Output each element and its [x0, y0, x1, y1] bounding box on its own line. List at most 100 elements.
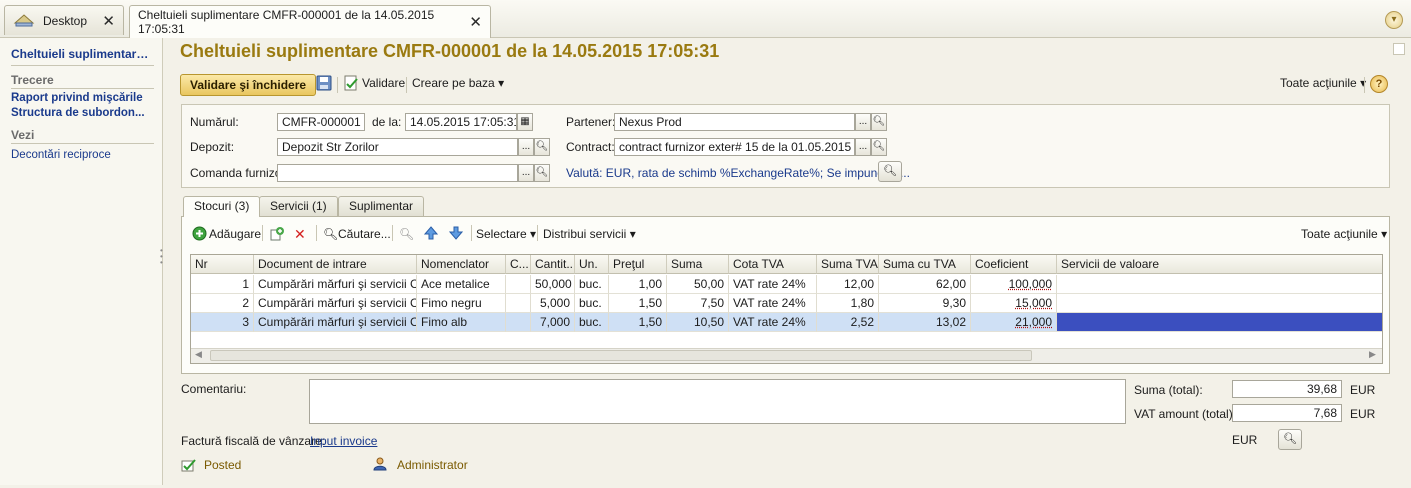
column-header-sum-with-vat[interactable]: Suma cu TVA: [879, 255, 971, 274]
table-cell[interactable]: 15,000: [971, 294, 1057, 313]
supplier-order-field[interactable]: [277, 164, 518, 182]
validate-close-button[interactable]: Validare şi închidere: [180, 74, 317, 96]
tab-suplimentar[interactable]: Suplimentar: [338, 196, 425, 216]
warehouse-select-button[interactable]: ...: [518, 138, 534, 156]
table-cell[interactable]: 5,000: [531, 294, 575, 313]
distribute-services-menu[interactable]: Distribui servicii ▾: [543, 227, 636, 241]
column-header-quantity[interactable]: Cantit...: [531, 255, 575, 274]
table-cell[interactable]: VAT rate 24%: [729, 275, 817, 294]
search-cancel-icon[interactable]: 🔍︎: [399, 227, 414, 241]
form-close-box[interactable]: [1393, 43, 1405, 55]
column-header-vat-rate[interactable]: Cota TVA: [729, 255, 817, 274]
table-cell[interactable]: Fimo negru: [417, 294, 506, 313]
table-cell[interactable]: 21,000: [971, 313, 1057, 332]
scroll-left-icon[interactable]: ◀: [195, 349, 202, 360]
table-cell[interactable]: [506, 294, 531, 313]
warehouse-field[interactable]: Depozit Str Zorilor: [277, 138, 518, 156]
nav-link-settlements[interactable]: Decontări reciproce: [11, 149, 154, 161]
table-cell[interactable]: 1,00: [609, 275, 667, 294]
close-icon[interactable]: ✕: [102, 12, 115, 30]
table-cell[interactable]: VAT rate 24%: [729, 313, 817, 332]
currency-info-link[interactable]: Valută: EUR, rata de schimb %ExchangeRat…: [566, 166, 910, 180]
vat-total-field[interactable]: 7,68: [1232, 404, 1342, 422]
search-icon[interactable]: 🔍︎: [878, 161, 902, 182]
table-cell[interactable]: 7,000: [531, 313, 575, 332]
add-button[interactable]: Adăugare: [209, 227, 261, 241]
nav-link-subordination[interactable]: Structura de subordon...: [11, 107, 154, 119]
table-row[interactable]: 2: [191, 294, 254, 313]
table-cell[interactable]: 2,52: [817, 313, 879, 332]
table-all-actions-menu[interactable]: Toate acţiunile ▾: [1301, 227, 1387, 241]
table-row[interactable]: 1: [191, 275, 254, 294]
move-down-icon[interactable]: [448, 226, 464, 243]
nav-link-movement-report[interactable]: Raport privind mişcările: [11, 92, 154, 104]
contract-field[interactable]: contract furnizor exter# 15 de la 01.05.…: [614, 138, 855, 156]
table-cell[interactable]: buc.: [575, 275, 609, 294]
column-header-services[interactable]: Servicii de valoare: [1057, 255, 1382, 274]
save-icon[interactable]: [316, 75, 332, 94]
table-cell[interactable]: 9,30: [879, 294, 971, 313]
search-icon[interactable]: 🔍︎: [871, 138, 887, 156]
tab-stocuri[interactable]: Stocuri (3): [183, 196, 261, 217]
search-icon[interactable]: 🔍︎: [534, 138, 550, 156]
table-cell[interactable]: Ace metalice: [417, 275, 506, 294]
column-header-nr[interactable]: Nr: [191, 255, 254, 274]
comment-field[interactable]: [309, 379, 1126, 424]
add-icon[interactable]: [192, 226, 207, 244]
tab-desktop[interactable]: Desktop ✕: [4, 5, 124, 35]
move-up-icon[interactable]: [423, 226, 439, 243]
search-icon[interactable]: 🔍︎: [323, 227, 338, 241]
table-cell[interactable]: Cumpărări mărfuri şi servicii C...: [254, 294, 417, 313]
partner-select-button[interactable]: ...: [855, 113, 871, 131]
scroll-right-icon[interactable]: ▶: [1369, 349, 1376, 360]
contract-select-button[interactable]: ...: [855, 138, 871, 156]
nav-current-document[interactable]: Cheltuieli suplimentare ...: [11, 47, 154, 66]
table-cell[interactable]: buc.: [575, 313, 609, 332]
table-cell[interactable]: [1057, 294, 1382, 313]
table-cell[interactable]: 100,000: [971, 275, 1057, 294]
table-cell[interactable]: Cumpărări mărfuri şi servicii C...: [254, 313, 417, 332]
table-row[interactable]: 3: [191, 313, 254, 332]
table-cell[interactable]: [506, 275, 531, 294]
table-cell[interactable]: [1057, 275, 1382, 294]
table-cell[interactable]: VAT rate 24%: [729, 294, 817, 313]
number-field[interactable]: CMFR-000001: [277, 113, 365, 131]
tab-document[interactable]: Cheltuieli suplimentare CMFR-000001 de l…: [129, 5, 491, 38]
table-cell[interactable]: 1,50: [609, 294, 667, 313]
column-header-vat-sum[interactable]: Suma TVA: [817, 255, 879, 274]
sum-total-field[interactable]: 39,68: [1232, 380, 1342, 398]
date-field[interactable]: 14.05.2015 17:05:31: [405, 113, 517, 131]
tab-servicii[interactable]: Servicii (1): [259, 196, 338, 216]
column-header-document[interactable]: Document de intrare: [254, 255, 417, 274]
table-cell[interactable]: Cumpărări mărfuri şi servicii C...: [254, 275, 417, 294]
column-header-unit[interactable]: Un.: [575, 255, 609, 274]
table-cell[interactable]: Fimo alb: [417, 313, 506, 332]
close-icon[interactable]: ✕: [469, 13, 482, 31]
table-cell[interactable]: buc.: [575, 294, 609, 313]
order-select-button[interactable]: ...: [518, 164, 534, 182]
column-header-nomenclator[interactable]: Nomenclator: [417, 255, 506, 274]
validate-icon[interactable]: [343, 75, 359, 94]
calendar-icon[interactable]: ▦: [517, 113, 533, 131]
validate-button[interactable]: Validare: [362, 76, 405, 90]
table-cell[interactable]: 1,50: [609, 313, 667, 332]
table-cell[interactable]: 7,50: [667, 294, 729, 313]
search-icon[interactable]: 🔍︎: [1278, 429, 1302, 450]
create-based-menu[interactable]: Creare pe baza ▾: [412, 76, 504, 90]
column-header-sum[interactable]: Suma: [667, 255, 729, 274]
table-cell[interactable]: 12,00: [817, 275, 879, 294]
input-invoice-link[interactable]: Input invoice: [310, 434, 377, 448]
scrollbar-thumb[interactable]: [210, 350, 1032, 361]
table-cell[interactable]: 10,50: [667, 313, 729, 332]
column-header-coefficient[interactable]: Coeficient: [971, 255, 1057, 274]
copy-icon[interactable]: [269, 226, 285, 245]
search-icon[interactable]: 🔍︎: [871, 113, 887, 131]
column-header-price[interactable]: Preţul: [609, 255, 667, 274]
table-cell[interactable]: 1,80: [817, 294, 879, 313]
search-button[interactable]: Căutare...: [338, 227, 391, 241]
all-actions-menu[interactable]: Toate acţiunile ▾: [1280, 76, 1366, 90]
help-icon[interactable]: ?: [1370, 75, 1388, 93]
table-cell[interactable]: 50,00: [667, 275, 729, 294]
table-cell[interactable]: [506, 313, 531, 332]
table-cell[interactable]: 50,000: [531, 275, 575, 294]
